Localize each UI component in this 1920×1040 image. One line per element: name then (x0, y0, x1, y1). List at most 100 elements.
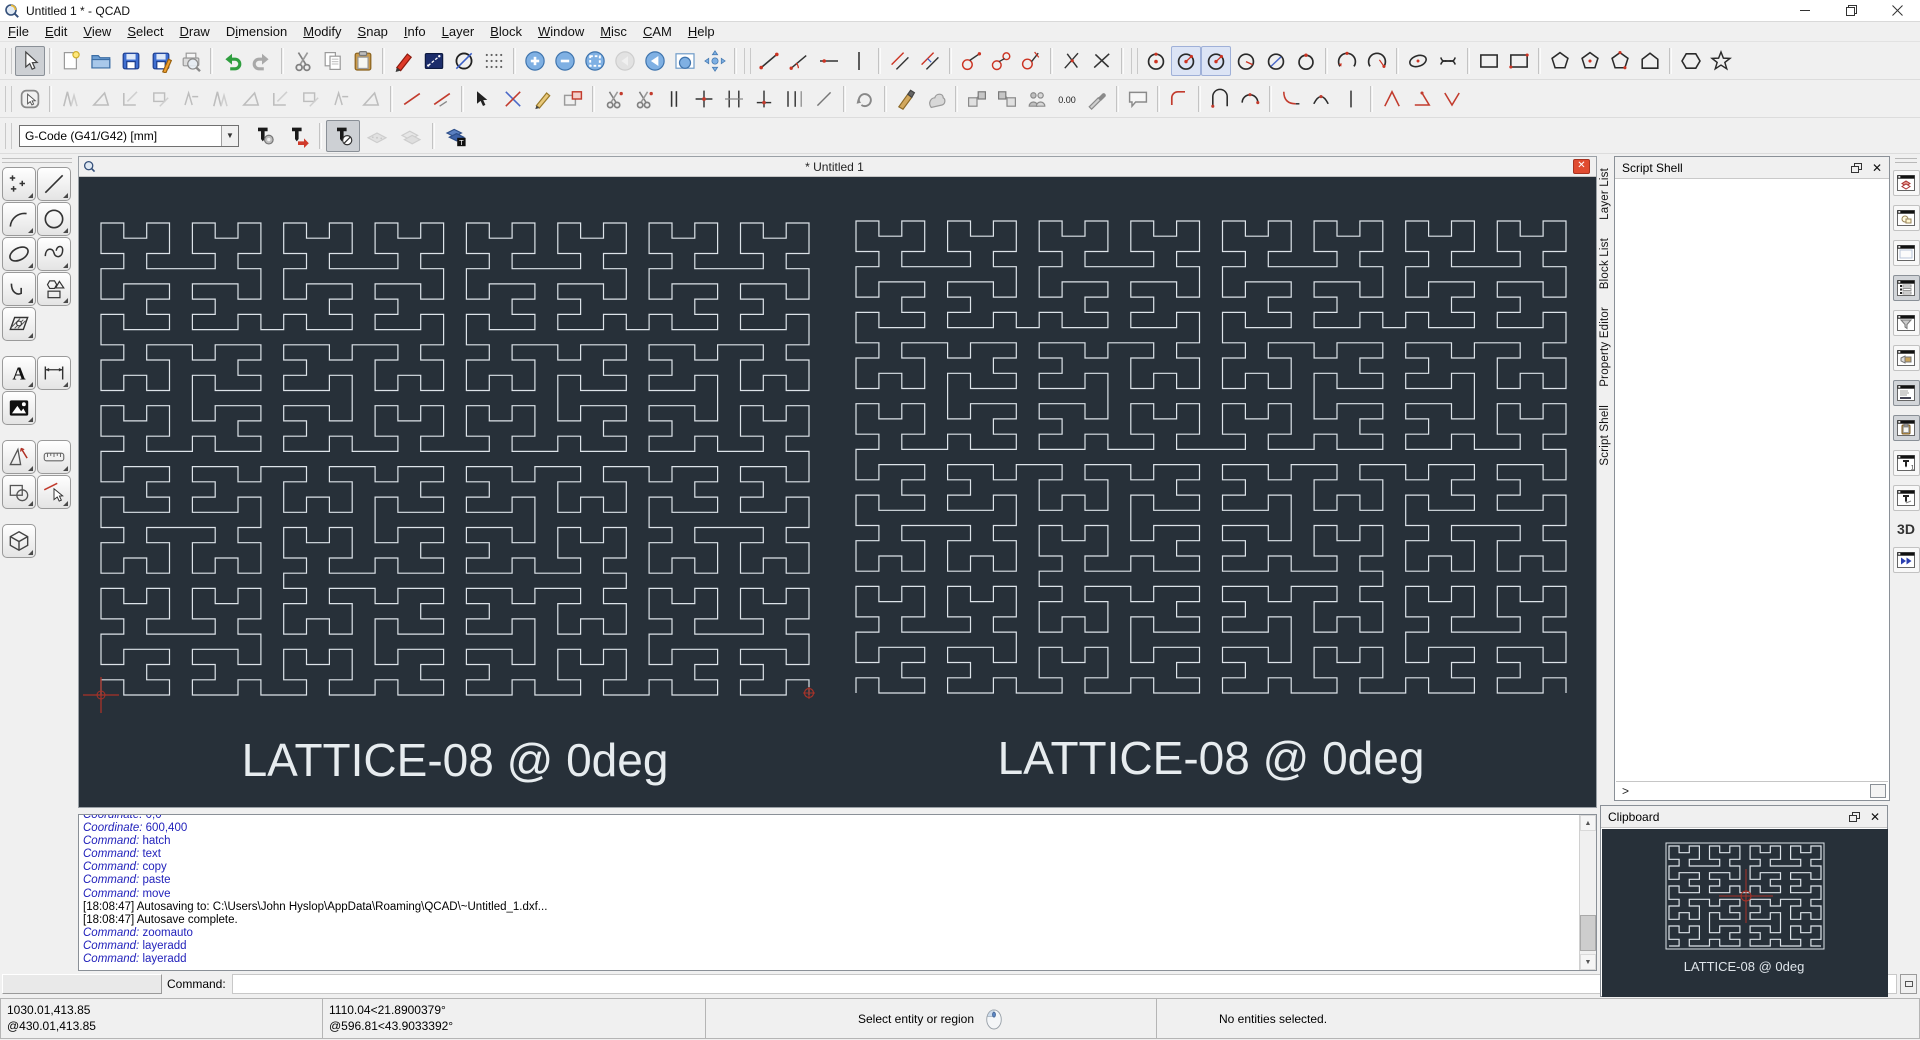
create-block-button[interactable] (992, 84, 1022, 114)
lengthen-button[interactable] (397, 84, 427, 114)
clip-to-rectangle-button[interactable] (558, 84, 588, 114)
menu-item-snap[interactable]: Snap (350, 22, 396, 42)
menu-item-modify[interactable]: Modify (295, 22, 349, 42)
dimension-tools-button[interactable] (37, 356, 71, 390)
deselect-intersected-button[interactable] (236, 84, 266, 114)
cross-lines-button[interactable] (1087, 46, 1117, 76)
modify-tools-button[interactable] (37, 475, 71, 509)
drawing-canvas[interactable]: LATTICE-08 @ 0degLATTICE-08 @ 0deg (79, 177, 1596, 807)
scrollbar-thumb[interactable] (1580, 915, 1596, 951)
toolbar-handle[interactable] (5, 48, 12, 74)
break-out-segment-button[interactable] (629, 84, 659, 114)
parallel-line-through-point-button[interactable] (915, 46, 945, 76)
script-shell-output[interactable] (1616, 180, 1888, 781)
dock-tab-property-editor[interactable]: Property Editor (1599, 307, 1611, 387)
close-button[interactable] (1874, 0, 1920, 21)
modify-pointer-button[interactable] (468, 84, 498, 114)
point-tools-button[interactable] (2, 167, 36, 201)
scroll-up-icon[interactable]: ▲ (1580, 815, 1596, 831)
menu-item-info[interactable]: Info (396, 22, 434, 42)
cam-profile-select[interactable]: G-Code (G41/G42) [mm] ▼ (19, 125, 239, 147)
select-intersected-button[interactable] (206, 84, 236, 114)
circle-2-point-diameter-button[interactable] (1261, 46, 1291, 76)
arc-concentric-button[interactable] (1205, 84, 1235, 114)
ellipse-tools-button[interactable] (2, 237, 36, 271)
select-rectangle-tool-button[interactable] (15, 84, 45, 114)
draw-pencil-button[interactable] (389, 46, 419, 76)
dock-cam-toolbar-1-icon[interactable]: 1 (1893, 450, 1920, 476)
dock-tab-layer-list[interactable]: Layer List (1599, 168, 1611, 220)
tangent-point-circle-button[interactable] (956, 46, 986, 76)
dock-cam-toolbar-2-icon[interactable] (1893, 485, 1920, 511)
circle-concentric-button[interactable] (1291, 46, 1321, 76)
dock-clipboard-icon[interactable] (1893, 415, 1920, 441)
tangent-2-circles-button[interactable] (986, 46, 1016, 76)
command-line-options-button[interactable] (1900, 974, 1917, 994)
minimize-button[interactable] (1782, 0, 1828, 21)
trim-button[interactable] (689, 84, 719, 114)
dock-library-browser-icon[interactable] (1893, 240, 1920, 266)
menu-item-cam[interactable]: CAM (635, 22, 680, 42)
select-connected-button[interactable] (266, 84, 296, 114)
circle-center-point-button[interactable] (1141, 46, 1171, 76)
polygon-center-vertex-button[interactable] (1545, 46, 1575, 76)
auto-trim-button[interactable] (659, 84, 689, 114)
line-angle-button[interactable] (784, 46, 814, 76)
dock-command-history-icon[interactable] (1893, 380, 1920, 406)
toolbar-handle[interactable] (744, 48, 751, 74)
orthogonal-tangent-button[interactable] (1016, 46, 1046, 76)
bisector-line-button[interactable] (1057, 46, 1087, 76)
parallel-line-button[interactable] (885, 46, 915, 76)
rectangle-2-corners-button[interactable] (1474, 46, 1504, 76)
polyline-tools-button[interactable] (2, 272, 36, 306)
pan-button[interactable] (700, 46, 730, 76)
spline-tools-button[interactable] (37, 237, 71, 271)
grid-toggle-button[interactable] (479, 46, 509, 76)
star-shape-button[interactable] (1706, 46, 1736, 76)
menu-item-draw[interactable]: Draw (171, 22, 217, 42)
script-shell-prompt-row[interactable]: > (1616, 781, 1888, 799)
close-panel-icon[interactable]: ✕ (1872, 163, 1882, 173)
save-document-as-button[interactable] (146, 46, 176, 76)
dock-show-more-icon[interactable] (1893, 547, 1920, 573)
menu-item-edit[interactable]: Edit (37, 22, 75, 42)
dock-tab-block-list[interactable]: Block List (1599, 238, 1611, 289)
dock-property-editor-icon[interactable] (1893, 275, 1920, 301)
circle-3-points-button[interactable] (1201, 46, 1231, 76)
toolbar-handle[interactable] (5, 123, 12, 149)
dock-tab-script-shell[interactable]: Script Shell (1599, 405, 1611, 466)
dock-selection-filter-icon[interactable] (1893, 310, 1920, 336)
polyline-vertical-button[interactable] (1336, 84, 1366, 114)
toolbar-handle[interactable] (5, 86, 12, 112)
shape-tools-button[interactable] (37, 272, 71, 306)
dock-layer-list-icon[interactable] (1893, 170, 1920, 196)
arc-tangent-button[interactable] (1235, 84, 1265, 114)
horizontal-line-button[interactable] (814, 46, 844, 76)
text-tool-button[interactable]: A (2, 356, 36, 390)
open-document-button[interactable] (86, 46, 116, 76)
rotate-entities-button[interactable] (528, 84, 558, 114)
log-scrollbar[interactable]: ▲ ▼ (1579, 815, 1596, 970)
line-2-points-button[interactable] (754, 46, 784, 76)
ellipse-center-point-button[interactable] (1403, 46, 1433, 76)
hatch-tool-button[interactable] (2, 307, 36, 341)
boolean-tools-button[interactable] (2, 475, 36, 509)
chevron-down-icon[interactable]: ▼ (221, 126, 238, 146)
zoom-in-button[interactable] (520, 46, 550, 76)
arc-center-point-button[interactable] (1332, 46, 1362, 76)
paste-button[interactable] (348, 46, 378, 76)
polygon-edge-button[interactable] (1635, 46, 1665, 76)
select-block-entities-button[interactable] (356, 84, 386, 114)
zoom-out-button[interactable] (550, 46, 580, 76)
pick-coordinates-button[interactable] (1082, 84, 1112, 114)
spray-points-button[interactable] (921, 84, 951, 114)
dock-strip-handle[interactable] (1895, 158, 1917, 163)
arc-3-points-button[interactable] (1362, 46, 1392, 76)
limit-entity-button[interactable] (749, 84, 779, 114)
copy-button[interactable] (318, 46, 348, 76)
toolbar-handle[interactable] (1131, 48, 1138, 74)
polygon-center-edge-button[interactable] (1575, 46, 1605, 76)
menu-item-view[interactable]: View (75, 22, 119, 42)
window-zoom-button[interactable] (670, 46, 700, 76)
edit-attributes-button[interactable] (1022, 84, 1052, 114)
